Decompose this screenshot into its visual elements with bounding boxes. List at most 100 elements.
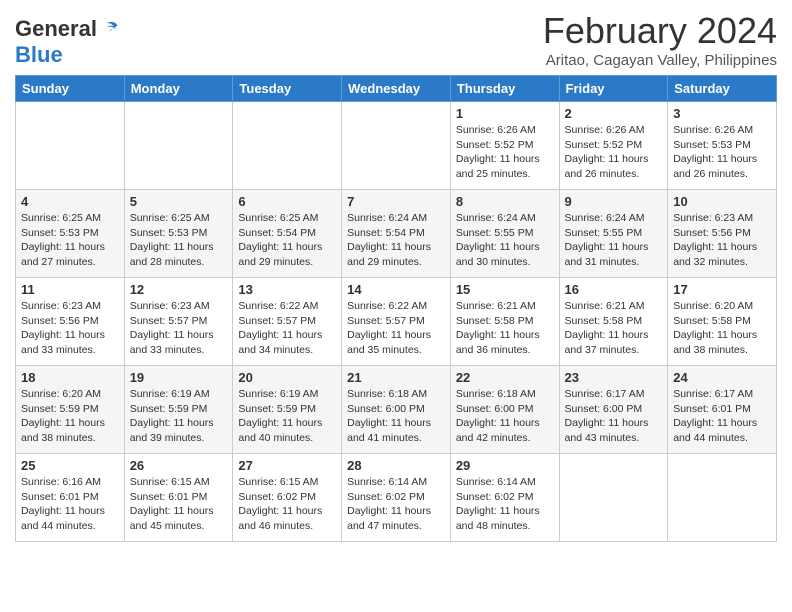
calendar-cell bbox=[124, 102, 233, 190]
day-info: Sunrise: 6:26 AMSunset: 5:52 PMDaylight:… bbox=[565, 123, 663, 182]
calendar-cell: 11 Sunrise: 6:23 AMSunset: 5:56 PMDayligh… bbox=[16, 278, 125, 366]
day-number: 24 bbox=[673, 370, 771, 385]
day-info: Sunrise: 6:25 AMSunset: 5:54 PMDaylight:… bbox=[238, 211, 336, 270]
calendar-week-1: 1Sunrise: 6:26 AMSunset: 5:52 PMDaylight… bbox=[16, 102, 777, 190]
calendar-cell: 5Sunrise: 6:25 AMSunset: 5:53 PMDaylight… bbox=[124, 190, 233, 278]
day-info: Sunrise: 6:22 AMSunset: 5:57 PMDaylight:… bbox=[238, 299, 336, 358]
day-number: 13 bbox=[238, 282, 336, 297]
day-info: Sunrise: 6:19 AMSunset: 5:59 PMDaylight:… bbox=[238, 387, 336, 446]
column-header-friday: Friday bbox=[559, 76, 668, 102]
calendar-cell: 3 Sunrise: 6:26 AMSunset: 5:53 PMDaylight… bbox=[668, 102, 777, 190]
day-info: Sunrise: 6:14 AMSunset: 6:02 PMDaylight:… bbox=[456, 475, 554, 534]
calendar-cell bbox=[559, 454, 668, 542]
calendar-cell: 2 Sunrise: 6:26 AMSunset: 5:52 PMDaylight… bbox=[559, 102, 668, 190]
day-info: Sunrise: 6:26 AMSunset: 5:53 PMDaylight:… bbox=[673, 123, 771, 182]
calendar-cell: 14 Sunrise: 6:22 AMSunset: 5:57 PMDayligh… bbox=[342, 278, 451, 366]
calendar-cell: 9 Sunrise: 6:24 AMSunset: 5:55 PMDaylight… bbox=[559, 190, 668, 278]
calendar-cell: 22 Sunrise: 6:18 AMSunset: 6:00 PMDayligh… bbox=[450, 366, 559, 454]
calendar-week-5: 25 Sunrise: 6:16 AMSunset: 6:01 PMDayligh… bbox=[16, 454, 777, 542]
day-info: Sunrise: 6:24 AMSunset: 5:55 PMDaylight:… bbox=[456, 211, 554, 270]
calendar-cell: 7 Sunrise: 6:24 AMSunset: 5:54 PMDaylight… bbox=[342, 190, 451, 278]
day-number: 21 bbox=[347, 370, 445, 385]
calendar-cell: 23 Sunrise: 6:17 AMSunset: 6:00 PMDayligh… bbox=[559, 366, 668, 454]
day-number: 18 bbox=[21, 370, 119, 385]
calendar-week-4: 18 Sunrise: 6:20 AMSunset: 5:59 PMDayligh… bbox=[16, 366, 777, 454]
logo: General Blue bbox=[15, 10, 121, 68]
day-number: 10 bbox=[673, 194, 771, 209]
day-number: 28 bbox=[347, 458, 445, 473]
calendar-cell: 6 Sunrise: 6:25 AMSunset: 5:54 PMDaylight… bbox=[233, 190, 342, 278]
calendar-cell: 29 Sunrise: 6:14 AMSunset: 6:02 PMDayligh… bbox=[450, 454, 559, 542]
month-year-title: February 2024 bbox=[543, 10, 777, 52]
day-info: Sunrise: 6:15 AMSunset: 6:01 PMDaylight:… bbox=[130, 475, 228, 534]
column-header-monday: Monday bbox=[124, 76, 233, 102]
day-number: 7 bbox=[347, 194, 445, 209]
calendar-cell: 12Sunrise: 6:23 AMSunset: 5:57 PMDayligh… bbox=[124, 278, 233, 366]
day-info: Sunrise: 6:14 AMSunset: 6:02 PMDaylight:… bbox=[347, 475, 445, 534]
location-subtitle: Aritao, Cagayan Valley, Philippines bbox=[543, 52, 777, 69]
day-number: 16 bbox=[565, 282, 663, 297]
day-number: 17 bbox=[673, 282, 771, 297]
calendar-header-row: SundayMondayTuesdayWednesdayThursdayFrid… bbox=[16, 76, 777, 102]
calendar-cell: 10Sunrise: 6:23 AMSunset: 5:56 PMDayligh… bbox=[668, 190, 777, 278]
day-info: Sunrise: 6:24 AMSunset: 5:54 PMDaylight:… bbox=[347, 211, 445, 270]
day-info: Sunrise: 6:16 AMSunset: 6:01 PMDaylight:… bbox=[21, 475, 119, 534]
day-info: Sunrise: 6:26 AMSunset: 5:52 PMDaylight:… bbox=[456, 123, 554, 182]
day-number: 14 bbox=[347, 282, 445, 297]
calendar-cell: 13 Sunrise: 6:22 AMSunset: 5:57 PMDayligh… bbox=[233, 278, 342, 366]
column-header-wednesday: Wednesday bbox=[342, 76, 451, 102]
day-info: Sunrise: 6:24 AMSunset: 5:55 PMDaylight:… bbox=[565, 211, 663, 270]
day-number: 9 bbox=[565, 194, 663, 209]
column-header-tuesday: Tuesday bbox=[233, 76, 342, 102]
day-number: 15 bbox=[456, 282, 554, 297]
day-number: 19 bbox=[130, 370, 228, 385]
day-number: 23 bbox=[565, 370, 663, 385]
day-number: 6 bbox=[238, 194, 336, 209]
calendar-cell bbox=[668, 454, 777, 542]
logo-general-text: General bbox=[15, 16, 97, 42]
day-info: Sunrise: 6:15 AMSunset: 6:02 PMDaylight:… bbox=[238, 475, 336, 534]
day-number: 8 bbox=[456, 194, 554, 209]
day-info: Sunrise: 6:20 AMSunset: 5:59 PMDaylight:… bbox=[21, 387, 119, 446]
calendar-cell: 25 Sunrise: 6:16 AMSunset: 6:01 PMDayligh… bbox=[16, 454, 125, 542]
calendar-cell: 27Sunrise: 6:15 AMSunset: 6:02 PMDayligh… bbox=[233, 454, 342, 542]
calendar-cell: 24 Sunrise: 6:17 AMSunset: 6:01 PMDayligh… bbox=[668, 366, 777, 454]
calendar-cell: 4 Sunrise: 6:25 AMSunset: 5:53 PMDaylight… bbox=[16, 190, 125, 278]
calendar-table: SundayMondayTuesdayWednesdayThursdayFrid… bbox=[15, 75, 777, 542]
calendar-cell: 17 Sunrise: 6:20 AMSunset: 5:58 PMDayligh… bbox=[668, 278, 777, 366]
title-section: February 2024 Aritao, Cagayan Valley, Ph… bbox=[543, 10, 777, 69]
calendar-cell: 15Sunrise: 6:21 AMSunset: 5:58 PMDayligh… bbox=[450, 278, 559, 366]
calendar-cell: 19Sunrise: 6:19 AMSunset: 5:59 PMDayligh… bbox=[124, 366, 233, 454]
day-number: 26 bbox=[130, 458, 228, 473]
calendar-cell: 28 Sunrise: 6:14 AMSunset: 6:02 PMDayligh… bbox=[342, 454, 451, 542]
day-info: Sunrise: 6:25 AMSunset: 5:53 PMDaylight:… bbox=[21, 211, 119, 270]
day-info: Sunrise: 6:17 AMSunset: 6:01 PMDaylight:… bbox=[673, 387, 771, 446]
day-info: Sunrise: 6:22 AMSunset: 5:57 PMDaylight:… bbox=[347, 299, 445, 358]
calendar-cell: 21Sunrise: 6:18 AMSunset: 6:00 PMDayligh… bbox=[342, 366, 451, 454]
day-number: 20 bbox=[238, 370, 336, 385]
calendar-cell: 26 Sunrise: 6:15 AMSunset: 6:01 PMDayligh… bbox=[124, 454, 233, 542]
day-number: 3 bbox=[673, 106, 771, 121]
calendar-cell: 16 Sunrise: 6:21 AMSunset: 5:58 PMDayligh… bbox=[559, 278, 668, 366]
column-header-sunday: Sunday bbox=[16, 76, 125, 102]
day-number: 2 bbox=[565, 106, 663, 121]
day-info: Sunrise: 6:17 AMSunset: 6:00 PMDaylight:… bbox=[565, 387, 663, 446]
calendar-cell: 1Sunrise: 6:26 AMSunset: 5:52 PMDaylight… bbox=[450, 102, 559, 190]
day-info: Sunrise: 6:23 AMSunset: 5:56 PMDaylight:… bbox=[21, 299, 119, 358]
calendar-week-3: 11 Sunrise: 6:23 AMSunset: 5:56 PMDayligh… bbox=[16, 278, 777, 366]
day-number: 4 bbox=[21, 194, 119, 209]
day-number: 11 bbox=[21, 282, 119, 297]
calendar-week-2: 4 Sunrise: 6:25 AMSunset: 5:53 PMDaylight… bbox=[16, 190, 777, 278]
day-number: 22 bbox=[456, 370, 554, 385]
day-info: Sunrise: 6:18 AMSunset: 6:00 PMDaylight:… bbox=[456, 387, 554, 446]
column-header-saturday: Saturday bbox=[668, 76, 777, 102]
day-number: 29 bbox=[456, 458, 554, 473]
day-info: Sunrise: 6:23 AMSunset: 5:57 PMDaylight:… bbox=[130, 299, 228, 358]
day-info: Sunrise: 6:20 AMSunset: 5:58 PMDaylight:… bbox=[673, 299, 771, 358]
day-info: Sunrise: 6:21 AMSunset: 5:58 PMDaylight:… bbox=[565, 299, 663, 358]
calendar-cell bbox=[16, 102, 125, 190]
logo-blue-text: Blue bbox=[15, 42, 63, 67]
logo-bird-icon bbox=[99, 18, 121, 40]
calendar-cell: 20 Sunrise: 6:19 AMSunset: 5:59 PMDayligh… bbox=[233, 366, 342, 454]
day-number: 25 bbox=[21, 458, 119, 473]
